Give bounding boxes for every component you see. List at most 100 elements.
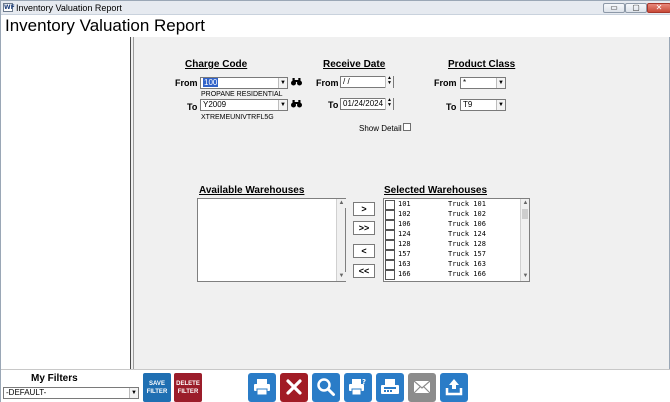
warehouse-checkbox[interactable] — [385, 200, 395, 210]
restore-button[interactable]: ▢ — [625, 3, 647, 13]
available-warehouses-list[interactable]: ▲ ▼ — [197, 198, 346, 282]
minimize-button[interactable]: ▭ — [603, 3, 625, 13]
save-filter-label-2: FILTER — [146, 389, 168, 395]
bottom-toolbar: My Filters -DEFAULT- ▼ SAVE FILTER DELET… — [1, 369, 670, 402]
close-window-button[interactable]: ✕ — [647, 3, 670, 13]
product-class-from-field[interactable]: * ▼ — [460, 77, 506, 89]
warehouse-row[interactable]: 101 Truck 101 — [384, 200, 520, 210]
add-all-button[interactable]: >> — [353, 221, 375, 235]
email-button[interactable] — [408, 373, 436, 402]
scroll-down-icon[interactable]: ▼ — [337, 272, 346, 281]
report-header: Inventory Valuation Report — [1, 15, 670, 37]
warehouse-row[interactable]: 106 Truck 106 — [384, 220, 520, 230]
print-preview-icon: ? — [349, 378, 366, 396]
app-icon: WF — [3, 3, 15, 12]
receive-date-from-field[interactable]: / / ▲ ▼ — [340, 76, 394, 88]
show-detail-checkbox[interactable] — [403, 123, 411, 131]
delete-filter-label-2: FILTER — [177, 389, 199, 395]
warehouse-name: Truck 157 — [448, 250, 486, 258]
warehouse-code: 124 — [398, 230, 411, 238]
add-selected-button[interactable]: > — [353, 202, 375, 216]
warehouse-name: Truck 166 — [448, 270, 486, 278]
warehouse-code: 102 — [398, 210, 411, 218]
chevron-down-icon[interactable]: ▼ — [129, 388, 138, 398]
report-options-panel: Charge Code From 100 ▼ PROPANE RESIDENTI… — [134, 37, 669, 369]
warehouse-code: 166 — [398, 270, 411, 278]
charge-code-from-description: PROPANE RESIDENTIAL — [201, 91, 283, 98]
binoculars-lookup-icon[interactable] — [291, 99, 302, 109]
warehouse-row[interactable]: 102 Truck 102 — [384, 210, 520, 220]
chevron-down-icon[interactable]: ▼ — [278, 100, 287, 110]
warehouse-checkbox[interactable] — [385, 230, 395, 240]
warehouse-checkbox[interactable] — [385, 240, 395, 250]
scroll-up-icon[interactable]: ▲ — [337, 199, 346, 208]
chevron-down-icon[interactable]: ▼ — [496, 100, 505, 110]
warehouse-row[interactable]: 157 Truck 157 — [384, 250, 520, 260]
warehouse-code: 128 — [398, 240, 411, 248]
remove-all-button[interactable]: << — [353, 264, 375, 278]
date-spinner[interactable]: ▲ ▼ — [385, 76, 393, 88]
charge-code-to-label: To — [187, 102, 198, 112]
product-class-from-label: From — [434, 78, 457, 88]
chevron-down-icon[interactable]: ▼ — [496, 78, 505, 88]
charge-code-to-field[interactable]: Y2009 ▼ — [200, 99, 288, 111]
warehouse-checkbox[interactable] — [385, 260, 395, 270]
chevron-down-icon[interactable]: ▼ — [278, 78, 287, 88]
warehouse-code: 106 — [398, 220, 411, 228]
selected-warehouses-list[interactable]: 101 Truck 101 102 Truck 102 106 Truck 106 124 T… — [383, 198, 530, 282]
fax-icon — [381, 379, 399, 394]
product-class-from-value: * — [463, 78, 467, 87]
print-button[interactable] — [248, 373, 276, 402]
charge-code-heading: Charge Code — [185, 59, 248, 70]
date-spinner[interactable]: ▲ ▼ — [385, 98, 393, 110]
receive-date-to-field[interactable]: 01/24/2024 ▲ ▼ — [340, 98, 394, 110]
warehouse-code: 101 — [398, 200, 411, 208]
scroll-up-icon[interactable]: ▲ — [521, 199, 529, 208]
warehouse-code: 157 — [398, 250, 411, 258]
remove-selected-button[interactable]: < — [353, 244, 375, 258]
receive-date-from-value: / / — [343, 77, 350, 86]
page-title: Inventory Valuation Report — [5, 16, 206, 35]
warehouse-row[interactable]: 128 Truck 128 — [384, 240, 520, 250]
title-bar[interactable]: WF Inventory Valuation Report ▭ ▢ ✕ — [1, 1, 670, 15]
warehouse-row[interactable]: 163 Truck 163 — [384, 260, 520, 270]
warehouse-row[interactable]: 124 Truck 124 — [384, 230, 520, 240]
product-class-to-field[interactable]: T9 ▼ — [460, 99, 506, 111]
app-window: WF Inventory Valuation Report ▭ ▢ ✕ Inve… — [0, 0, 670, 402]
charge-code-from-label: From — [175, 78, 198, 88]
save-filter-button[interactable]: SAVE FILTER — [143, 373, 171, 402]
warehouse-name: Truck 102 — [448, 210, 486, 218]
warehouse-name: Truck 124 — [448, 230, 486, 238]
charge-code-to-value: Y2009 — [203, 100, 227, 109]
warehouse-checkbox[interactable] — [385, 250, 395, 260]
window-title: Inventory Valuation Report — [16, 3, 122, 13]
scrollbar[interactable]: ▲ ▼ — [520, 199, 529, 281]
left-panel — [1, 37, 131, 369]
search-icon — [317, 378, 335, 396]
warehouse-name: Truck 128 — [448, 240, 486, 248]
binoculars-lookup-icon[interactable] — [291, 77, 302, 87]
warehouse-checkbox[interactable] — [385, 270, 395, 280]
scroll-thumb[interactable] — [522, 209, 528, 219]
scrollbar[interactable]: ▲ ▼ — [336, 199, 346, 281]
my-filters-select[interactable]: -DEFAULT- ▼ — [3, 387, 139, 399]
warehouse-checkbox[interactable] — [385, 220, 395, 230]
scroll-down-icon[interactable]: ▼ — [521, 272, 529, 281]
warehouse-row[interactable]: 166 Truck 166 — [384, 270, 520, 280]
cancel-button[interactable] — [280, 373, 308, 402]
delete-filter-button[interactable]: DELETE FILTER — [174, 373, 202, 402]
warehouse-checkbox[interactable] — [385, 210, 395, 220]
save-filter-label-1: SAVE — [149, 381, 165, 387]
charge-code-from-field[interactable]: 100 ▼ — [200, 77, 288, 89]
receive-date-to-label: To — [328, 100, 339, 110]
close-icon — [286, 379, 302, 395]
export-button[interactable] — [440, 373, 468, 402]
warehouse-name: Truck 101 — [448, 200, 486, 208]
my-filters-label: My Filters — [31, 373, 78, 384]
fax-button[interactable] — [376, 373, 404, 402]
delete-filter-label-1: DELETE — [176, 381, 200, 387]
warehouse-code: 163 — [398, 260, 411, 268]
search-button[interactable] — [312, 373, 340, 402]
print-preview-button[interactable]: ? — [344, 373, 372, 402]
receive-date-to-value: 01/24/2024 — [343, 99, 384, 108]
